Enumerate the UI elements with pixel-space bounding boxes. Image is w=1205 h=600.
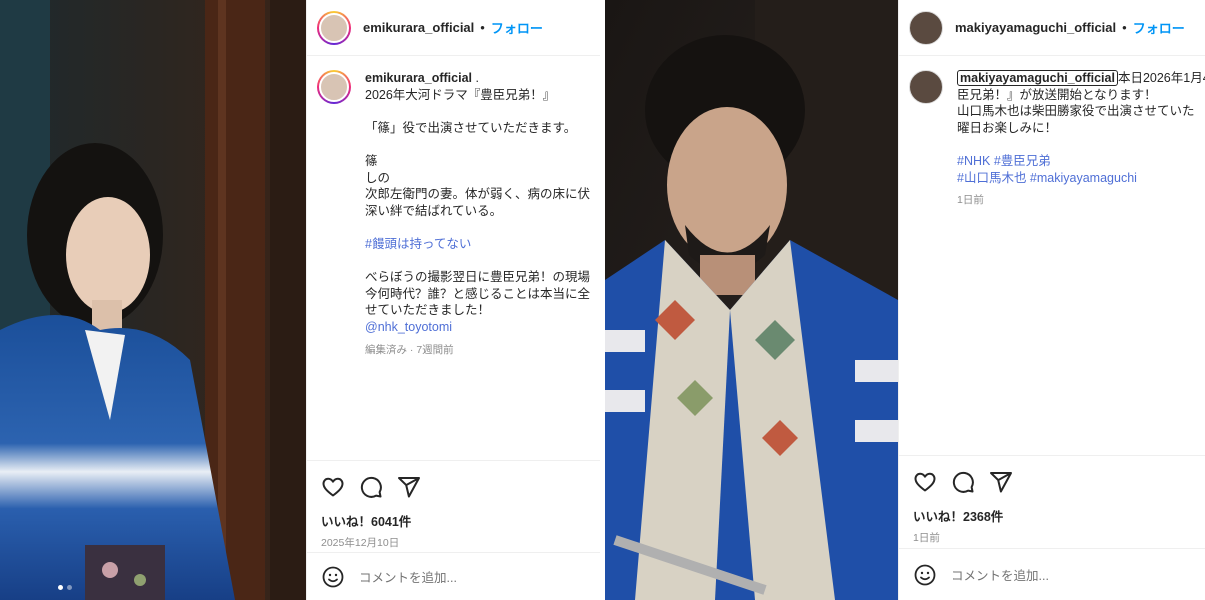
right-post-sidebar: makiyayamaguchi_official • フォロー makiyaya… bbox=[898, 0, 1205, 600]
caption-username[interactable]: emikurara_official bbox=[365, 71, 472, 85]
follow-button[interactable]: フォロー bbox=[491, 18, 543, 37]
right-post-header: makiyayamaguchi_official • フォロー bbox=[899, 0, 1205, 56]
comment-input[interactable]: コメントを追加... bbox=[359, 567, 457, 586]
caption-line: せていただきました！ bbox=[365, 303, 491, 318]
carousel-dots bbox=[58, 585, 72, 590]
hashtag-link[interactable]: #饅頭は持ってない bbox=[365, 236, 590, 253]
mention-link[interactable]: @nhk_toyotomi bbox=[365, 319, 590, 336]
avatar[interactable] bbox=[909, 10, 943, 45]
avatar[interactable] bbox=[317, 10, 351, 45]
left-post-header: emikurara_official • フォロー bbox=[307, 0, 600, 56]
caption-body: makiyayamaguchi_official 本日2026年1月4 臣兄弟！』… bbox=[957, 70, 1205, 209]
comment-input[interactable]: コメントを追加... bbox=[951, 565, 1049, 584]
share-icon[interactable] bbox=[397, 475, 421, 499]
caption-line: べらぼうの撮影翌日に豊臣兄弟！の現場 bbox=[365, 270, 591, 285]
caption-username[interactable]: makiyayamaguchi_official bbox=[957, 70, 1118, 86]
caption-line: 曜日お楽しみに！ bbox=[957, 120, 1058, 135]
caption-line: 本日2026年1月4 bbox=[1117, 71, 1205, 85]
caption-line: 「篠」役で出演させていただきます。 bbox=[365, 120, 577, 135]
caption-body: emikurara_official . 2026年大河ドラマ『豊臣兄弟！』 「… bbox=[365, 70, 590, 358]
caption-line: 篠 bbox=[365, 153, 378, 168]
emoji-icon[interactable] bbox=[321, 565, 345, 589]
caption-line: 臣兄弟！』が放送開始となります！ bbox=[957, 87, 1157, 102]
caption-line: 深い絆で結ばれている。 bbox=[365, 203, 503, 218]
heart-icon[interactable] bbox=[321, 475, 345, 499]
right-post-panel: makiyayamaguchi_official • フォロー makiyaya… bbox=[605, 0, 1205, 600]
action-bar: いいね！6041件 2025年12月10日 bbox=[307, 460, 600, 560]
header-username[interactable]: makiyayamaguchi_official bbox=[955, 20, 1116, 35]
follow-button[interactable]: フォロー bbox=[1133, 18, 1185, 37]
like-count[interactable]: いいね！2368件 bbox=[913, 506, 1191, 525]
comment-box[interactable]: コメントを追加... bbox=[899, 548, 1205, 600]
caption-line: 今何時代？誰？と感じることは本当に全 bbox=[365, 286, 591, 301]
heart-icon[interactable] bbox=[913, 470, 937, 494]
comment-icon[interactable] bbox=[951, 470, 975, 494]
caption-line: 2026年大河ドラマ『豊臣兄弟！』 bbox=[365, 87, 556, 102]
samurai-photo bbox=[605, 0, 898, 600]
action-bar: いいね！2368件 1日前 bbox=[899, 455, 1205, 555]
caption-line: しの bbox=[365, 170, 391, 185]
caption-line: 山口馬木也は柴田勝家役で出演させていた bbox=[957, 104, 1195, 119]
caption-avatar[interactable] bbox=[909, 70, 943, 104]
woman-in-kimono-photo bbox=[0, 0, 306, 600]
caption-line: 次郎左衛門の妻。体が弱く、病の床に伏 bbox=[365, 187, 591, 202]
caption-username-suffix: . bbox=[472, 71, 479, 85]
post-date: 2025年12月10日 bbox=[321, 537, 400, 549]
like-count[interactable]: いいね！6041件 bbox=[321, 511, 586, 530]
left-post-sidebar: emikurara_official • フォロー emikurara_offi… bbox=[306, 0, 600, 600]
hashtag-link[interactable]: #NHK #豊臣兄弟 bbox=[957, 153, 1205, 170]
comment-box[interactable]: コメントを追加... bbox=[307, 552, 600, 600]
caption: makiyayamaguchi_official 本日2026年1月4 臣兄弟！』… bbox=[909, 70, 1205, 209]
share-icon[interactable] bbox=[989, 470, 1013, 494]
post-meta: 1日前 bbox=[957, 194, 984, 207]
left-post-panel: emikurara_official • フォロー emikurara_offi… bbox=[0, 0, 600, 600]
caption-avatar[interactable] bbox=[317, 70, 351, 104]
post-date: 1日前 bbox=[913, 532, 940, 544]
hashtag-link[interactable]: #山口馬木也 #makiyayamaguchi bbox=[957, 170, 1205, 187]
post-meta: 編集済み · 7週間前 bbox=[365, 343, 454, 356]
separator-dot: • bbox=[480, 20, 485, 35]
caption: emikurara_official . 2026年大河ドラマ『豊臣兄弟！』 「… bbox=[317, 70, 600, 358]
header-username[interactable]: emikurara_official bbox=[363, 20, 474, 35]
comment-icon[interactable] bbox=[359, 475, 383, 499]
separator-dot: • bbox=[1122, 20, 1127, 35]
left-post-photo[interactable] bbox=[0, 0, 306, 600]
right-post-photo[interactable] bbox=[605, 0, 898, 600]
emoji-icon[interactable] bbox=[913, 563, 937, 587]
